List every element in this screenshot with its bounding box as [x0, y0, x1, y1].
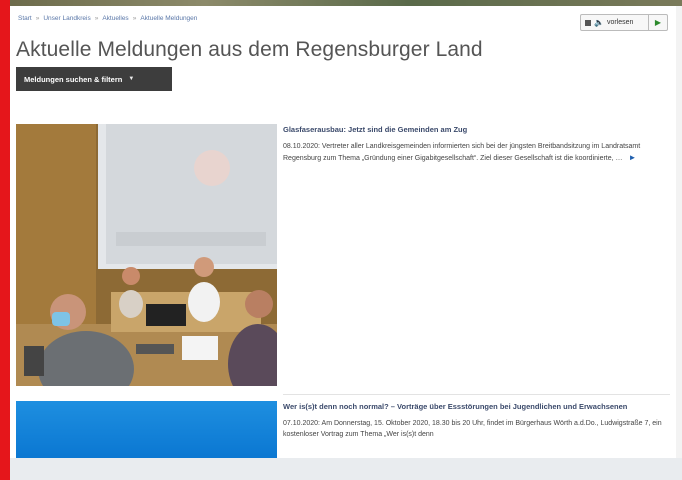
readspeaker-widget[interactable]: 🔈 vorlesen ▶	[580, 14, 668, 31]
readspeaker-button[interactable]: 🔈 vorlesen	[581, 18, 648, 27]
menu-icon[interactable]	[585, 19, 591, 26]
news-item: Glasfaserausbau: Jetzt sind die Gemeinde…	[16, 124, 670, 395]
speaker-icon: 🔈	[594, 18, 604, 27]
news-teaser-text: 07.10.2020: Am Donnerstag, 15. Oktober 2…	[283, 420, 662, 438]
news-image[interactable]	[16, 401, 277, 458]
news-text: Wer is(s)t denn noch normal? – Vorträge …	[283, 401, 669, 440]
news-teaser-text: 08.10.2020: Vertreter aller Landkreisgem…	[283, 143, 641, 162]
main-content: Start » Unser Landkreis » Aktuelles » Ak…	[10, 6, 676, 458]
news-title[interactable]: Wer is(s)t denn noch normal? – Vorträge …	[283, 401, 669, 412]
breadcrumb-separator: »	[35, 15, 40, 22]
play-icon: ▶	[654, 18, 662, 27]
breadcrumb-item-current: Aktuelle Meldungen	[140, 15, 198, 22]
search-filter-label: Meldungen suchen & filtern	[24, 74, 123, 84]
news-teaser: 08.10.2020: Vertreter aller Landkreisgem…	[283, 141, 669, 164]
play-button[interactable]: ▶	[648, 15, 667, 30]
page-title: Aktuelle Meldungen aus dem Regensburger …	[16, 38, 483, 61]
page-footer-band	[10, 458, 682, 480]
divider	[283, 394, 670, 395]
accent-bar	[0, 0, 10, 480]
page-edge	[676, 6, 682, 458]
breadcrumb-item-aktuelles[interactable]: Aktuelles	[102, 15, 128, 22]
readspeaker-label: vorlesen	[606, 19, 634, 26]
news-item: Wer is(s)t denn noch normal? – Vorträge …	[16, 401, 670, 458]
breadcrumb-separator: »	[132, 15, 137, 22]
news-teaser: 07.10.2020: Am Donnerstag, 15. Oktober 2…	[283, 418, 669, 440]
search-filter-button[interactable]: Meldungen suchen & filtern ▼	[16, 67, 172, 91]
breadcrumb-item-landkreis[interactable]: Unser Landkreis	[43, 15, 90, 22]
meeting-photo	[16, 124, 277, 386]
breadcrumb-separator: »	[94, 15, 99, 22]
read-more-icon[interactable]: ►	[629, 153, 637, 162]
news-image[interactable]	[16, 124, 277, 386]
chevron-down-icon: ▼	[128, 76, 135, 82]
news-text: Glasfaserausbau: Jetzt sind die Gemeinde…	[283, 124, 669, 164]
news-title[interactable]: Glasfaserausbau: Jetzt sind die Gemeinde…	[283, 124, 669, 135]
breadcrumb-item-start[interactable]: Start	[18, 15, 32, 22]
breadcrumb: Start » Unser Landkreis » Aktuelles » Ak…	[18, 15, 197, 22]
